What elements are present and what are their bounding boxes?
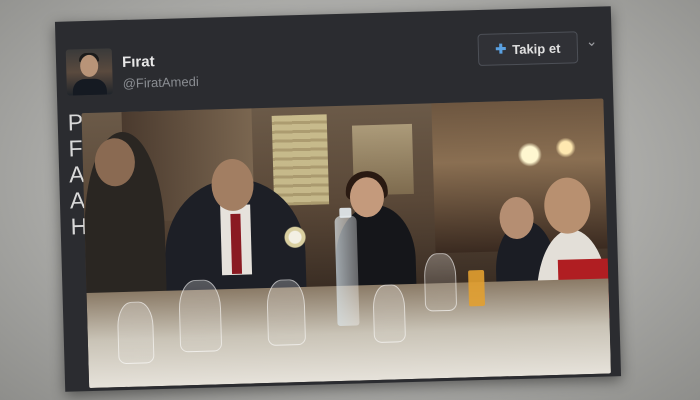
avatar-body (72, 78, 108, 96)
follow-button[interactable]: ✚ Takip et (477, 31, 579, 67)
photo-glass (423, 252, 458, 312)
photo-glass (116, 301, 155, 365)
tweet-photo[interactable] (81, 98, 611, 389)
tweet-card: Fırat @FiratAmedi ✚ Takip et ⌄ Pkk yönet… (54, 6, 622, 392)
photo-water-bottle (334, 215, 360, 327)
photo-flowers (279, 221, 311, 253)
screenshot-stage: Fırat @FiratAmedi ✚ Takip et ⌄ Pkk yönet… (0, 0, 700, 400)
author-name[interactable]: Fırat (122, 53, 155, 71)
avatar[interactable] (65, 48, 113, 96)
chevron-down-icon[interactable]: ⌄ (585, 33, 597, 50)
photo-glass (372, 284, 407, 344)
photo-window-blinds (271, 114, 330, 206)
add-user-icon: ✚ (495, 41, 507, 57)
avatar-face (79, 54, 99, 78)
follow-button-label: Takip et (512, 40, 561, 57)
photo-juice-glass (468, 269, 486, 307)
photo-glass (266, 278, 307, 347)
photo-red-tie (230, 213, 243, 274)
author-handle[interactable]: @FiratAmedi (122, 74, 198, 91)
photo-glass (178, 279, 223, 353)
